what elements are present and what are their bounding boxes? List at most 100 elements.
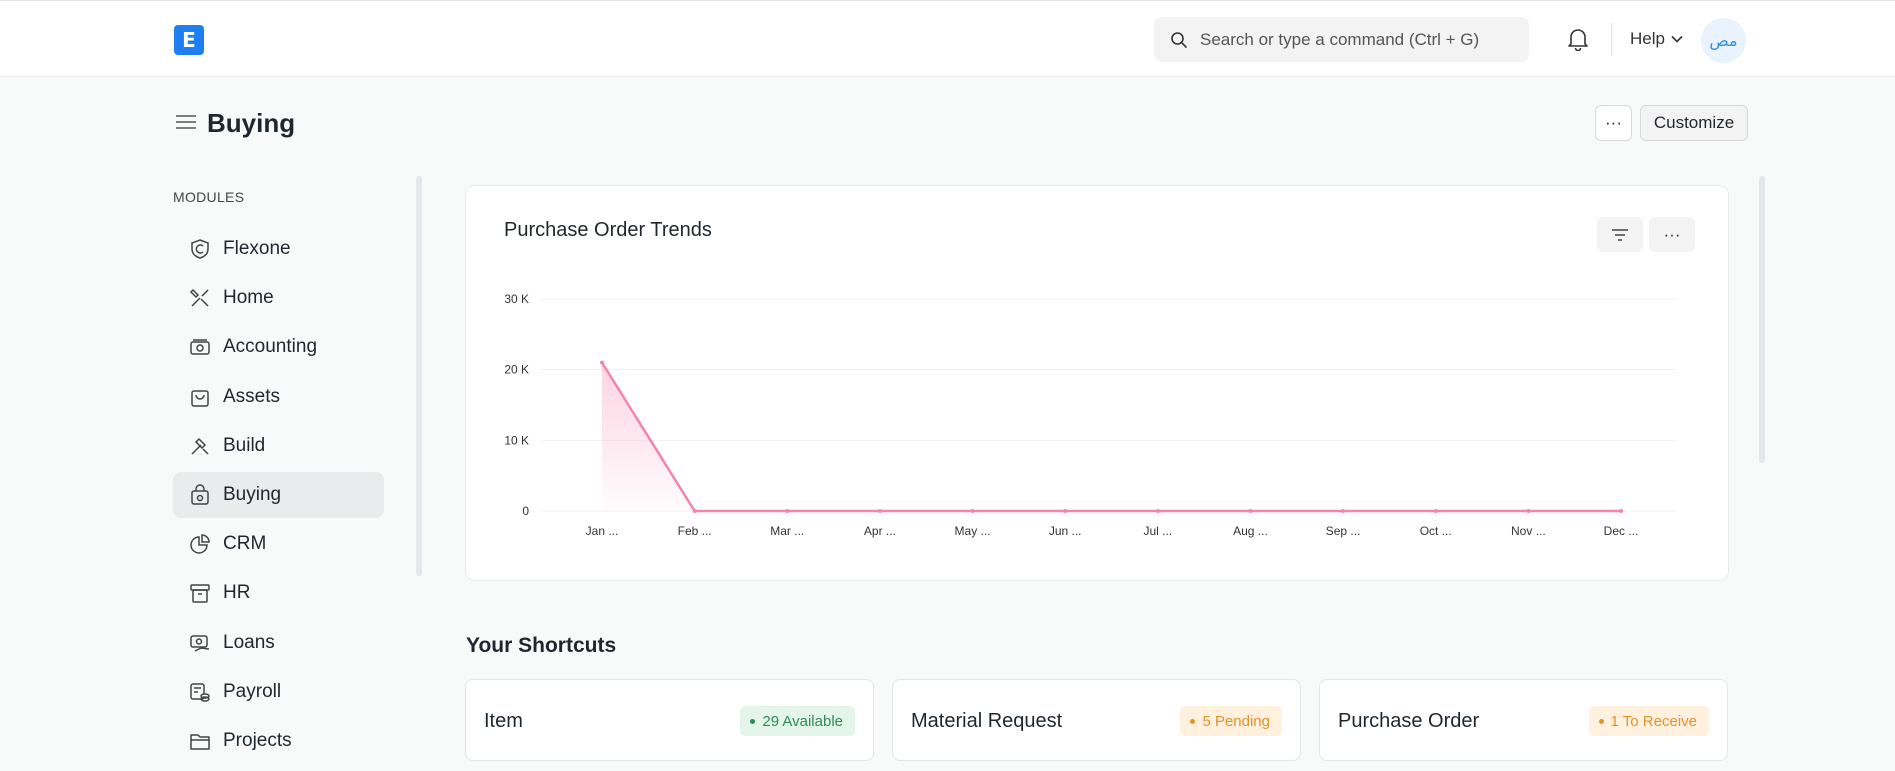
shortcut-name: Item (484, 710, 523, 732)
badge-label: 5 Pending (1202, 712, 1270, 730)
series-line (600, 361, 1621, 513)
navbar: E Help مص (0, 0, 1895, 77)
app-logo[interactable]: E (174, 25, 204, 55)
sidebar-scrollbar[interactable] (416, 176, 422, 576)
notifications-bell-icon[interactable] (1567, 27, 1589, 56)
series-area (602, 362, 1621, 511)
pie-icon (189, 533, 211, 555)
sidebar-item-label: Assets (223, 385, 281, 407)
x-tick-label: Mar ... (770, 524, 804, 538)
sidebar-item-label: Accounting (223, 336, 318, 358)
tools-icon (189, 287, 211, 309)
data-point[interactable] (600, 360, 604, 365)
x-tick-label: Apr ... (864, 524, 896, 538)
main-scrollbar[interactable] (1759, 176, 1765, 463)
folder-icon (189, 730, 211, 752)
help-label: Help (1630, 29, 1665, 48)
sidebar-item-hr[interactable]: HR (173, 570, 384, 616)
sidebar-item-payroll[interactable]: Payroll (173, 669, 384, 715)
x-tick-label: Jul ... (1143, 524, 1172, 538)
shortcuts-title: Your Shortcuts (466, 634, 617, 657)
shortcut-status-badge: 1 To Receive (1588, 706, 1709, 736)
user-avatar[interactable]: مص (1701, 18, 1746, 63)
buying-icon (189, 484, 211, 506)
sidebar-item-loans[interactable]: Loans (173, 620, 384, 666)
bag-icon (189, 386, 211, 408)
shortcut-status-badge: 5 Pending (1180, 706, 1282, 736)
sidebar-item-flexone[interactable]: Flexone (173, 226, 384, 272)
data-point[interactable] (785, 509, 790, 513)
data-point[interactable] (1248, 509, 1253, 513)
sidebar-item-accounting[interactable]: Accounting (173, 324, 384, 370)
sidebar-item-build[interactable]: Build (173, 423, 384, 469)
sidebar-item-assets[interactable]: Assets (173, 374, 384, 420)
page-title: Buying (207, 108, 296, 138)
status-dot-icon (750, 718, 756, 724)
x-tick-label: Jun ... (1049, 524, 1082, 538)
shortcut-card-item[interactable]: Item 29 Available (465, 679, 874, 761)
shortcut-status-badge: 29 Available (740, 706, 855, 736)
search-input[interactable] (1200, 29, 1500, 50)
x-tick-label: Dec ... (1604, 524, 1639, 538)
search-icon (1171, 31, 1187, 48)
data-point[interactable] (1063, 509, 1068, 513)
y-tick-label: 30 K (504, 292, 529, 306)
sidebar-item-label: Projects (223, 729, 292, 751)
purchase-order-chart: 0 10 K 20 K 30 K Jan ... Feb ... Mar ... Apr ..… (504, 292, 1676, 538)
status-dot-icon (1598, 718, 1604, 724)
data-point[interactable] (1619, 509, 1623, 513)
page-more-button[interactable]: ··· (1595, 105, 1632, 141)
sidebar-item-label: Home (223, 287, 274, 309)
data-point[interactable] (1341, 509, 1346, 513)
x-tick-label: Jan ... (586, 524, 619, 538)
navbar-divider (1611, 23, 1612, 56)
sidebar: Flexone Home Accounting Assets Build Buying CR… (173, 226, 384, 767)
sidebar-item-label: Loans (223, 631, 275, 653)
x-tick-label: Aug ... (1233, 524, 1268, 538)
search-bar[interactable] (1154, 17, 1529, 62)
sidebar-item-label: Payroll (223, 680, 282, 702)
payroll-icon (189, 681, 211, 703)
shortcut-name: Material Request (911, 710, 1063, 732)
data-point[interactable] (877, 509, 882, 513)
shortcut-name: Purchase Order (1338, 710, 1480, 732)
x-tick-label: Feb ... (678, 524, 712, 538)
sidebar-item-projects[interactable]: Projects (173, 718, 384, 764)
sidebar-item-home[interactable]: Home (173, 275, 384, 321)
shortcut-card-purchase-order[interactable]: Purchase Order 1 To Receive (1319, 679, 1728, 761)
chevron-down-icon (1671, 35, 1683, 43)
sidebar-item-buying[interactable]: Buying (173, 471, 384, 518)
data-point[interactable] (1433, 509, 1438, 513)
modules-section-label: MODULES (173, 189, 245, 205)
sidebar-item-label: Flexone (223, 238, 291, 259)
sidebar-item-label: Buying (223, 483, 282, 505)
badge-label: 1 To Receive (1610, 712, 1697, 730)
money-icon (189, 336, 211, 358)
x-tick-label: Sep ... (1326, 524, 1361, 538)
y-tick-label: 20 K (504, 363, 529, 377)
sidebar-toggle-icon[interactable] (175, 113, 197, 136)
x-tick-label: May ... (955, 524, 991, 538)
badge-label: 29 Available (762, 712, 843, 730)
data-point[interactable] (1155, 509, 1160, 513)
sidebar-item-crm[interactable]: CRM (173, 521, 384, 567)
archive-icon (189, 582, 211, 604)
hammer-icon (189, 435, 211, 457)
data-point[interactable] (692, 509, 697, 513)
y-tick-label: 0 (522, 504, 529, 518)
data-point[interactable] (970, 509, 975, 513)
purchase-order-trends-card: Purchase Order Trends ··· 0 10 K 20 K 30 KJ… (465, 185, 1729, 581)
status-dot-icon (1190, 718, 1196, 724)
sidebar-item-label: CRM (223, 533, 267, 555)
x-tick-label: Oct ... (1420, 524, 1452, 538)
shortcut-card-material-request[interactable]: Material Request 5 Pending (892, 679, 1301, 761)
sidebar-item-label: Build (223, 434, 266, 456)
loan-icon (189, 632, 211, 654)
data-point[interactable] (1526, 509, 1531, 513)
customize-button[interactable]: Customize (1640, 105, 1748, 141)
y-tick-label: 10 K (504, 433, 529, 447)
help-dropdown[interactable]: Help (1630, 29, 1683, 49)
shield-icon (189, 238, 211, 260)
sidebar-item-label: HR (223, 582, 251, 604)
x-tick-label: Nov ... (1511, 524, 1546, 538)
